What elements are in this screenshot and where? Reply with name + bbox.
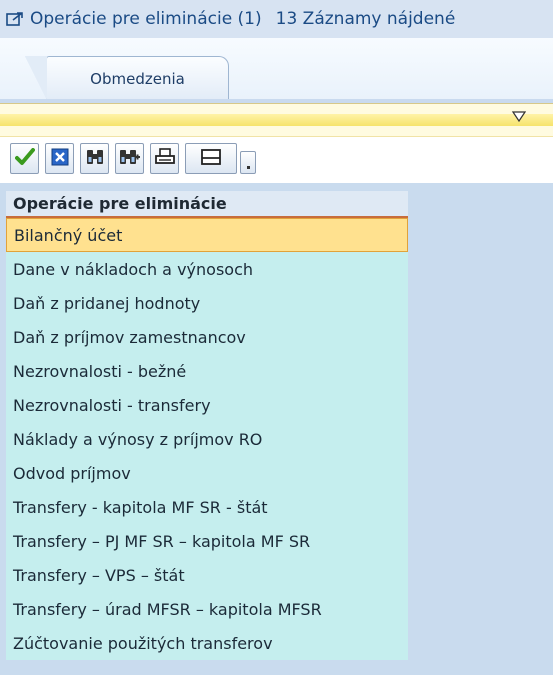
- checkmark-icon: [14, 147, 35, 170]
- restrictions-collapse-bar[interactable]: [0, 103, 553, 137]
- result-list-container: Operácie pre eliminácie Bilančný účet Dan…: [0, 183, 553, 675]
- collapse-arrow-icon[interactable]: [512, 111, 526, 123]
- tab-strip: Obmedzenia: [0, 38, 553, 100]
- list-item[interactable]: Odvod príjmov: [6, 456, 408, 490]
- collapse-stripe: [0, 114, 553, 126]
- list-item-label: Odvod príjmov: [13, 463, 131, 483]
- popup-window-icon: [6, 11, 24, 27]
- list-column-header: Operácie pre eliminácie: [6, 191, 408, 218]
- list-item-label: Transfery – PJ MF SR – kapitola MF SR: [13, 531, 311, 551]
- list-item-label: Nezrovnalosti - transfery: [13, 395, 211, 415]
- list-item[interactable]: Dane v nákladoch a výnosoch: [6, 252, 408, 286]
- list-item-label: Daň z pridanej hodnoty: [13, 293, 201, 313]
- window-title: Operácie pre eliminácie (1): [30, 9, 262, 29]
- result-list: Bilančný účet Dane v nákladoch a výnosoch…: [6, 218, 408, 660]
- list-item[interactable]: Transfery – úrad MFSR – kapitola MFSR: [6, 592, 408, 626]
- print-preview-button[interactable]: [185, 143, 237, 174]
- list-item-label: Zúčtovanie použitých transferov: [13, 633, 273, 653]
- list-item[interactable]: Transfery – PJ MF SR – kapitola MF SR: [6, 524, 408, 558]
- confirm-button[interactable]: [10, 143, 39, 174]
- more-dropdown-button[interactable]: [240, 151, 256, 174]
- print-preview-icon: [200, 148, 222, 170]
- cancel-button[interactable]: [45, 143, 74, 174]
- list-item[interactable]: Náklady a výnosy z príjmov RO: [6, 422, 408, 456]
- toolbar: [0, 137, 553, 183]
- list-item-label: Náklady a výnosy z príjmov RO: [13, 429, 263, 449]
- list-item[interactable]: Zúčtovanie použitých transferov: [6, 626, 408, 660]
- find-icon: [85, 148, 105, 170]
- record-count: 13 Záznamy nájdené: [275, 9, 456, 29]
- tab-obmedzenia[interactable]: Obmedzenia: [25, 56, 229, 100]
- title-bar: Operácie pre eliminácie (1) 13 Záznamy n…: [0, 0, 553, 38]
- list-item-label: Dane v nákladoch a výnosoch: [13, 259, 253, 279]
- list-item[interactable]: Transfery – VPS – štát: [6, 558, 408, 592]
- find-next-button[interactable]: [115, 143, 144, 174]
- cancel-icon: [51, 148, 69, 170]
- list-item[interactable]: Nezrovnalosti - transfery: [6, 388, 408, 422]
- list-item-label: Bilančný účet: [14, 225, 123, 245]
- list-item-label: Daň z príjmov zamestnancov: [13, 327, 246, 347]
- list-item-label: Transfery – VPS – štát: [13, 565, 185, 585]
- list-item[interactable]: Daň z príjmov zamestnancov: [6, 320, 408, 354]
- list-item[interactable]: Daň z pridanej hodnoty: [6, 286, 408, 320]
- list-item-label: Nezrovnalosti - bežné: [13, 361, 187, 381]
- print-button[interactable]: [150, 143, 179, 174]
- find-next-icon: [119, 148, 141, 170]
- print-icon: [154, 147, 175, 170]
- list-item[interactable]: Nezrovnalosti - bežné: [6, 354, 408, 388]
- find-button[interactable]: [80, 143, 109, 174]
- tab-label: Obmedzenia: [90, 69, 185, 88]
- more-dropdown-icon: [246, 166, 250, 169]
- list-item[interactable]: Transfery - kapitola MF SR - štát: [6, 490, 408, 524]
- list-item[interactable]: Bilančný účet: [6, 218, 408, 252]
- list-item-label: Transfery – úrad MFSR – kapitola MFSR: [13, 599, 322, 619]
- list-item-label: Transfery - kapitola MF SR - štát: [13, 497, 268, 517]
